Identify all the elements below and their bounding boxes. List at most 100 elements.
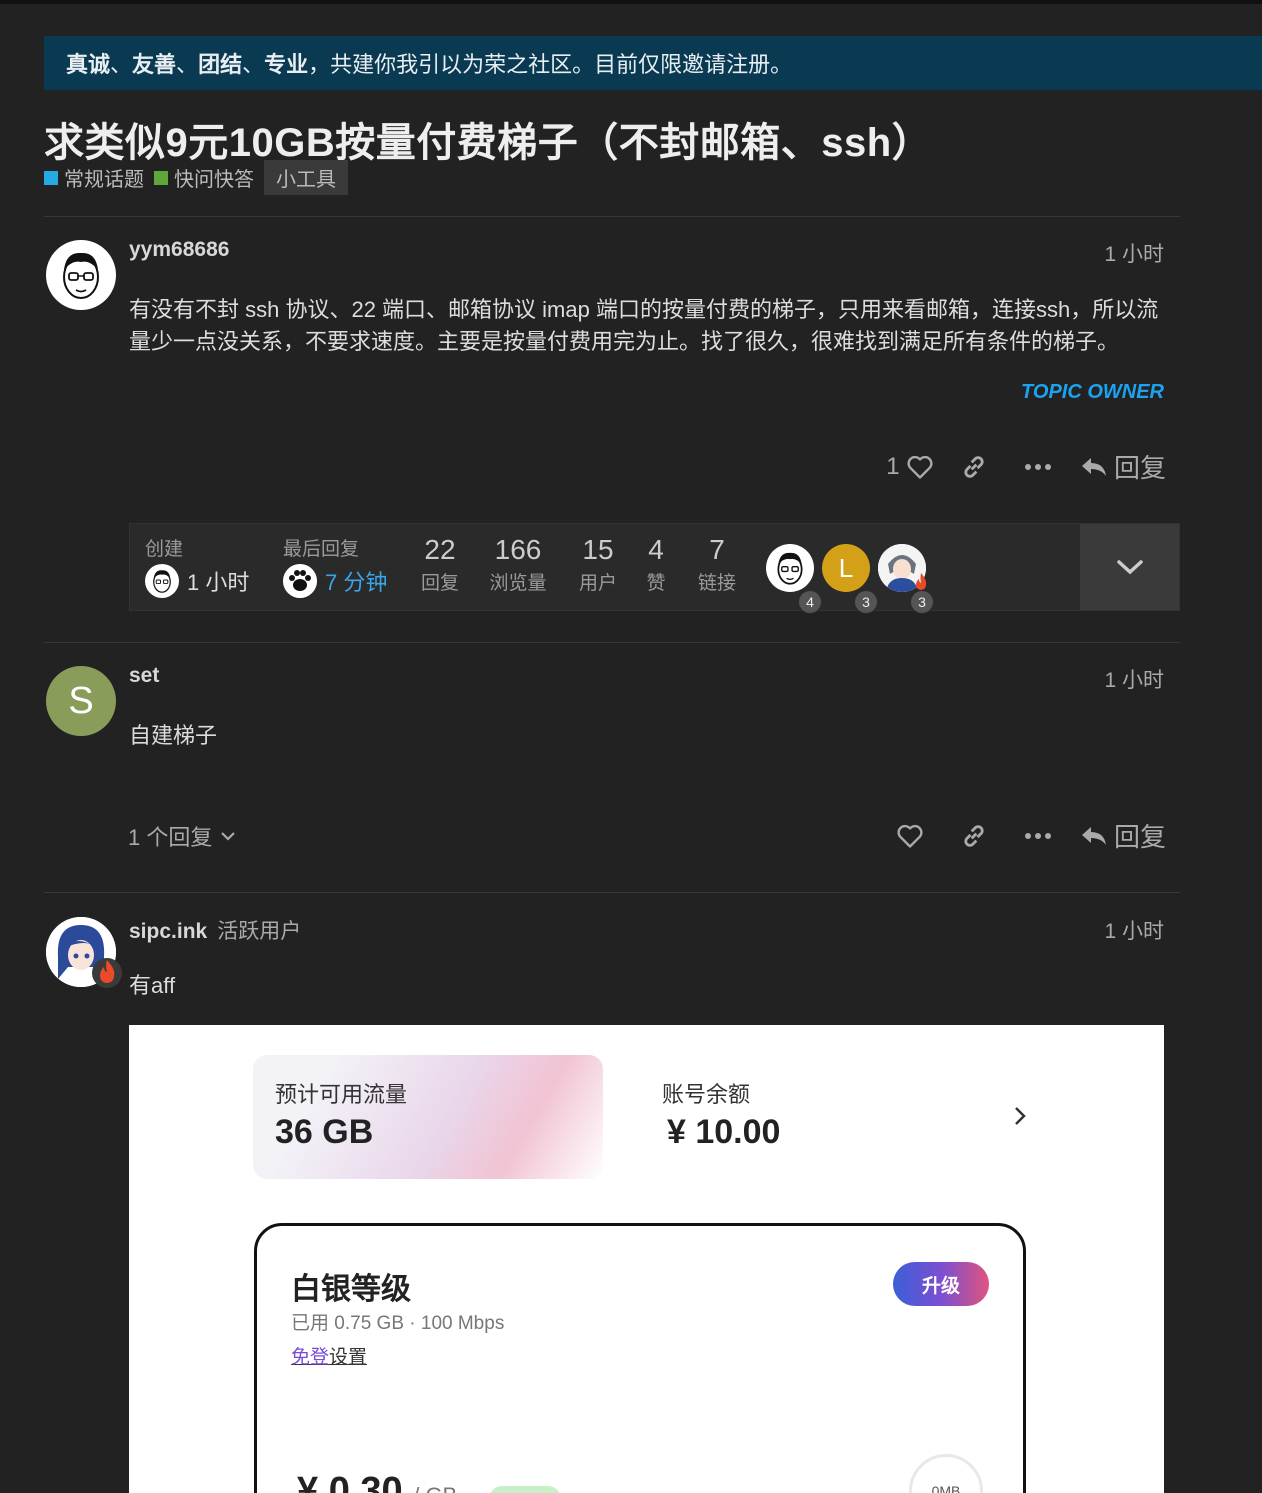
- ellipsis-icon: [1024, 832, 1051, 839]
- post-body: 有没有不封 ssh 协议、22 端口、邮箱协议 imap 端口的按量付费的梯子，…: [129, 297, 1159, 354]
- post-time[interactable]: 1 小时: [1104, 664, 1164, 694]
- ellipsis-icon: [1024, 463, 1051, 470]
- participant-avatar[interactable]: L: [822, 544, 870, 592]
- stat-likes[interactable]: 4 赞: [636, 534, 676, 595]
- reply-label: 回复: [1113, 453, 1166, 483]
- traffic-value: 36 GB: [275, 1113, 374, 1151]
- post-actions: 1 回复: [878, 448, 1166, 485]
- post-time[interactable]: 1 小时: [1104, 915, 1164, 945]
- post-actions: 回复: [878, 817, 1166, 854]
- site-banner: 真诚、友善、团结、专业 ，共建你我引以为荣之社区。目前仅限邀请注册。: [44, 36, 1262, 90]
- stat-users: 15 用户: [570, 534, 626, 595]
- user-title: 活跃用户: [217, 920, 302, 943]
- topic-tag[interactable]: 小工具: [264, 160, 348, 195]
- balance-value: ¥ 10.00: [667, 1113, 781, 1151]
- more-actions-button[interactable]: [1006, 832, 1070, 840]
- usage-info: 已用 0.75 GB · 100 Mbps: [291, 1313, 505, 1334]
- banner-word: 团结: [198, 52, 243, 77]
- link-icon: [964, 455, 984, 478]
- created-info[interactable]: 1 小时: [145, 564, 249, 598]
- avatar[interactable]: [46, 240, 116, 310]
- stat-label: 链接: [697, 573, 736, 594]
- level-card: 白银等级 已用 0.75 GB · 100 Mbps 免登设置 升级 ¥ 0.3…: [254, 1223, 1026, 1493]
- last-reply-info[interactable]: 7 分钟: [283, 564, 387, 598]
- post-username[interactable]: set: [129, 664, 159, 688]
- banner-text: ，共建你我引以为荣之社区。目前仅限邀请注册。: [308, 52, 793, 77]
- avatar[interactable]: S: [46, 666, 116, 736]
- participant-post-count: 3: [910, 590, 934, 614]
- post-time[interactable]: 1 小时: [1104, 238, 1164, 268]
- face-avatar-icon: [63, 252, 99, 299]
- usage-ring: 0MB: [909, 1454, 983, 1493]
- last-reply-label: 最后回复: [283, 539, 360, 560]
- free-login-setting-link: 免登设置: [291, 1342, 367, 1369]
- topic-owner-badge: TOPIC OWNER: [1021, 381, 1164, 403]
- banner-word: 真诚: [66, 52, 111, 77]
- stat-label: 赞: [646, 573, 666, 594]
- last-reply-time: 7 分钟: [325, 570, 388, 595]
- price-unit: / GB: [413, 1483, 457, 1493]
- price-value: ¥ 0.30: [297, 1470, 403, 1493]
- post-body: 有aff: [129, 973, 176, 998]
- paw-icon: [283, 564, 317, 598]
- stat-label: 用户: [578, 573, 617, 594]
- share-link-button[interactable]: [942, 822, 1006, 850]
- stat-value: 7: [709, 534, 725, 565]
- post-username[interactable]: yym68686: [129, 238, 229, 262]
- stat-value: 4: [648, 534, 664, 565]
- like-button[interactable]: [878, 823, 942, 849]
- free-login-rest: 设置: [329, 1347, 368, 1368]
- more-actions-button[interactable]: [1006, 463, 1070, 471]
- created-label: 创建: [145, 539, 184, 560]
- reply-button[interactable]: 回复: [1080, 448, 1166, 485]
- heart-icon: [907, 455, 933, 479]
- stat-value: 166: [494, 534, 542, 565]
- avatar: [283, 564, 317, 598]
- stat-value: 22: [424, 534, 456, 565]
- free-login-highlight: 免登: [291, 1347, 330, 1368]
- divider: [44, 216, 1180, 217]
- upgrade-button: 升级: [893, 1262, 989, 1306]
- category-badge[interactable]: 快问快答: [154, 163, 254, 192]
- divider: [44, 892, 1180, 893]
- category-color-square: [154, 170, 168, 185]
- chevron-down-icon: [1116, 560, 1143, 575]
- show-replies-button[interactable]: 1 个回复: [128, 820, 236, 852]
- embedded-screenshot-image[interactable]: 预计可用流量 36 GB 账号余额 ¥ 10.00 白银等级 已用 0.75 G…: [129, 1025, 1164, 1493]
- post-username[interactable]: sipc.ink: [129, 920, 207, 943]
- reply-label: 回复: [1113, 822, 1166, 852]
- top-bar: [0, 0, 1262, 4]
- flame-icon: [916, 573, 927, 590]
- chevron-right-icon: [1015, 1107, 1026, 1125]
- reply-button[interactable]: 回复: [1080, 817, 1166, 854]
- reply-arrow-icon: [1081, 457, 1106, 476]
- stat-value: 15: [582, 534, 614, 565]
- link-icon: [964, 824, 984, 847]
- banner-sep: 、: [176, 52, 199, 77]
- category-name: 常规话题: [64, 169, 144, 191]
- topic-map: 创建 1 小时 最后回复 7 分钟 22 回复 166 浏览量 15 用户 4 …: [129, 523, 1180, 611]
- banner-sep: 、: [110, 52, 133, 77]
- avatar: [145, 564, 179, 598]
- post-body: 自建梯子: [129, 723, 218, 748]
- stat-links[interactable]: 7 链接: [690, 534, 744, 595]
- replies-count-label: 1 个回复: [128, 825, 213, 850]
- stat-replies[interactable]: 22 回复: [412, 534, 468, 595]
- category-badge[interactable]: 常规话题: [44, 163, 144, 192]
- chevron-down-icon: [221, 832, 236, 841]
- category-name: 快问快答: [174, 169, 254, 191]
- post-username-line: sipc.ink 活跃用户: [129, 915, 301, 945]
- created-time: 1 小时: [187, 570, 250, 595]
- traffic-label: 预计可用流量: [275, 1082, 408, 1107]
- expand-topic-map-button[interactable]: [1080, 524, 1179, 610]
- heart-icon: [897, 824, 923, 848]
- participant-avatar[interactable]: [766, 544, 814, 592]
- price-per-gb: ¥ 0.30 / GB: [297, 1470, 457, 1493]
- balance-label: 账号余额: [662, 1082, 751, 1107]
- discount-pill: [489, 1486, 561, 1493]
- participant-post-count: 4: [798, 590, 822, 614]
- like-button[interactable]: 1: [878, 453, 942, 481]
- banner-word: 友善: [132, 52, 177, 77]
- banner-sep: 、: [242, 52, 265, 77]
- share-link-button[interactable]: [942, 453, 1006, 481]
